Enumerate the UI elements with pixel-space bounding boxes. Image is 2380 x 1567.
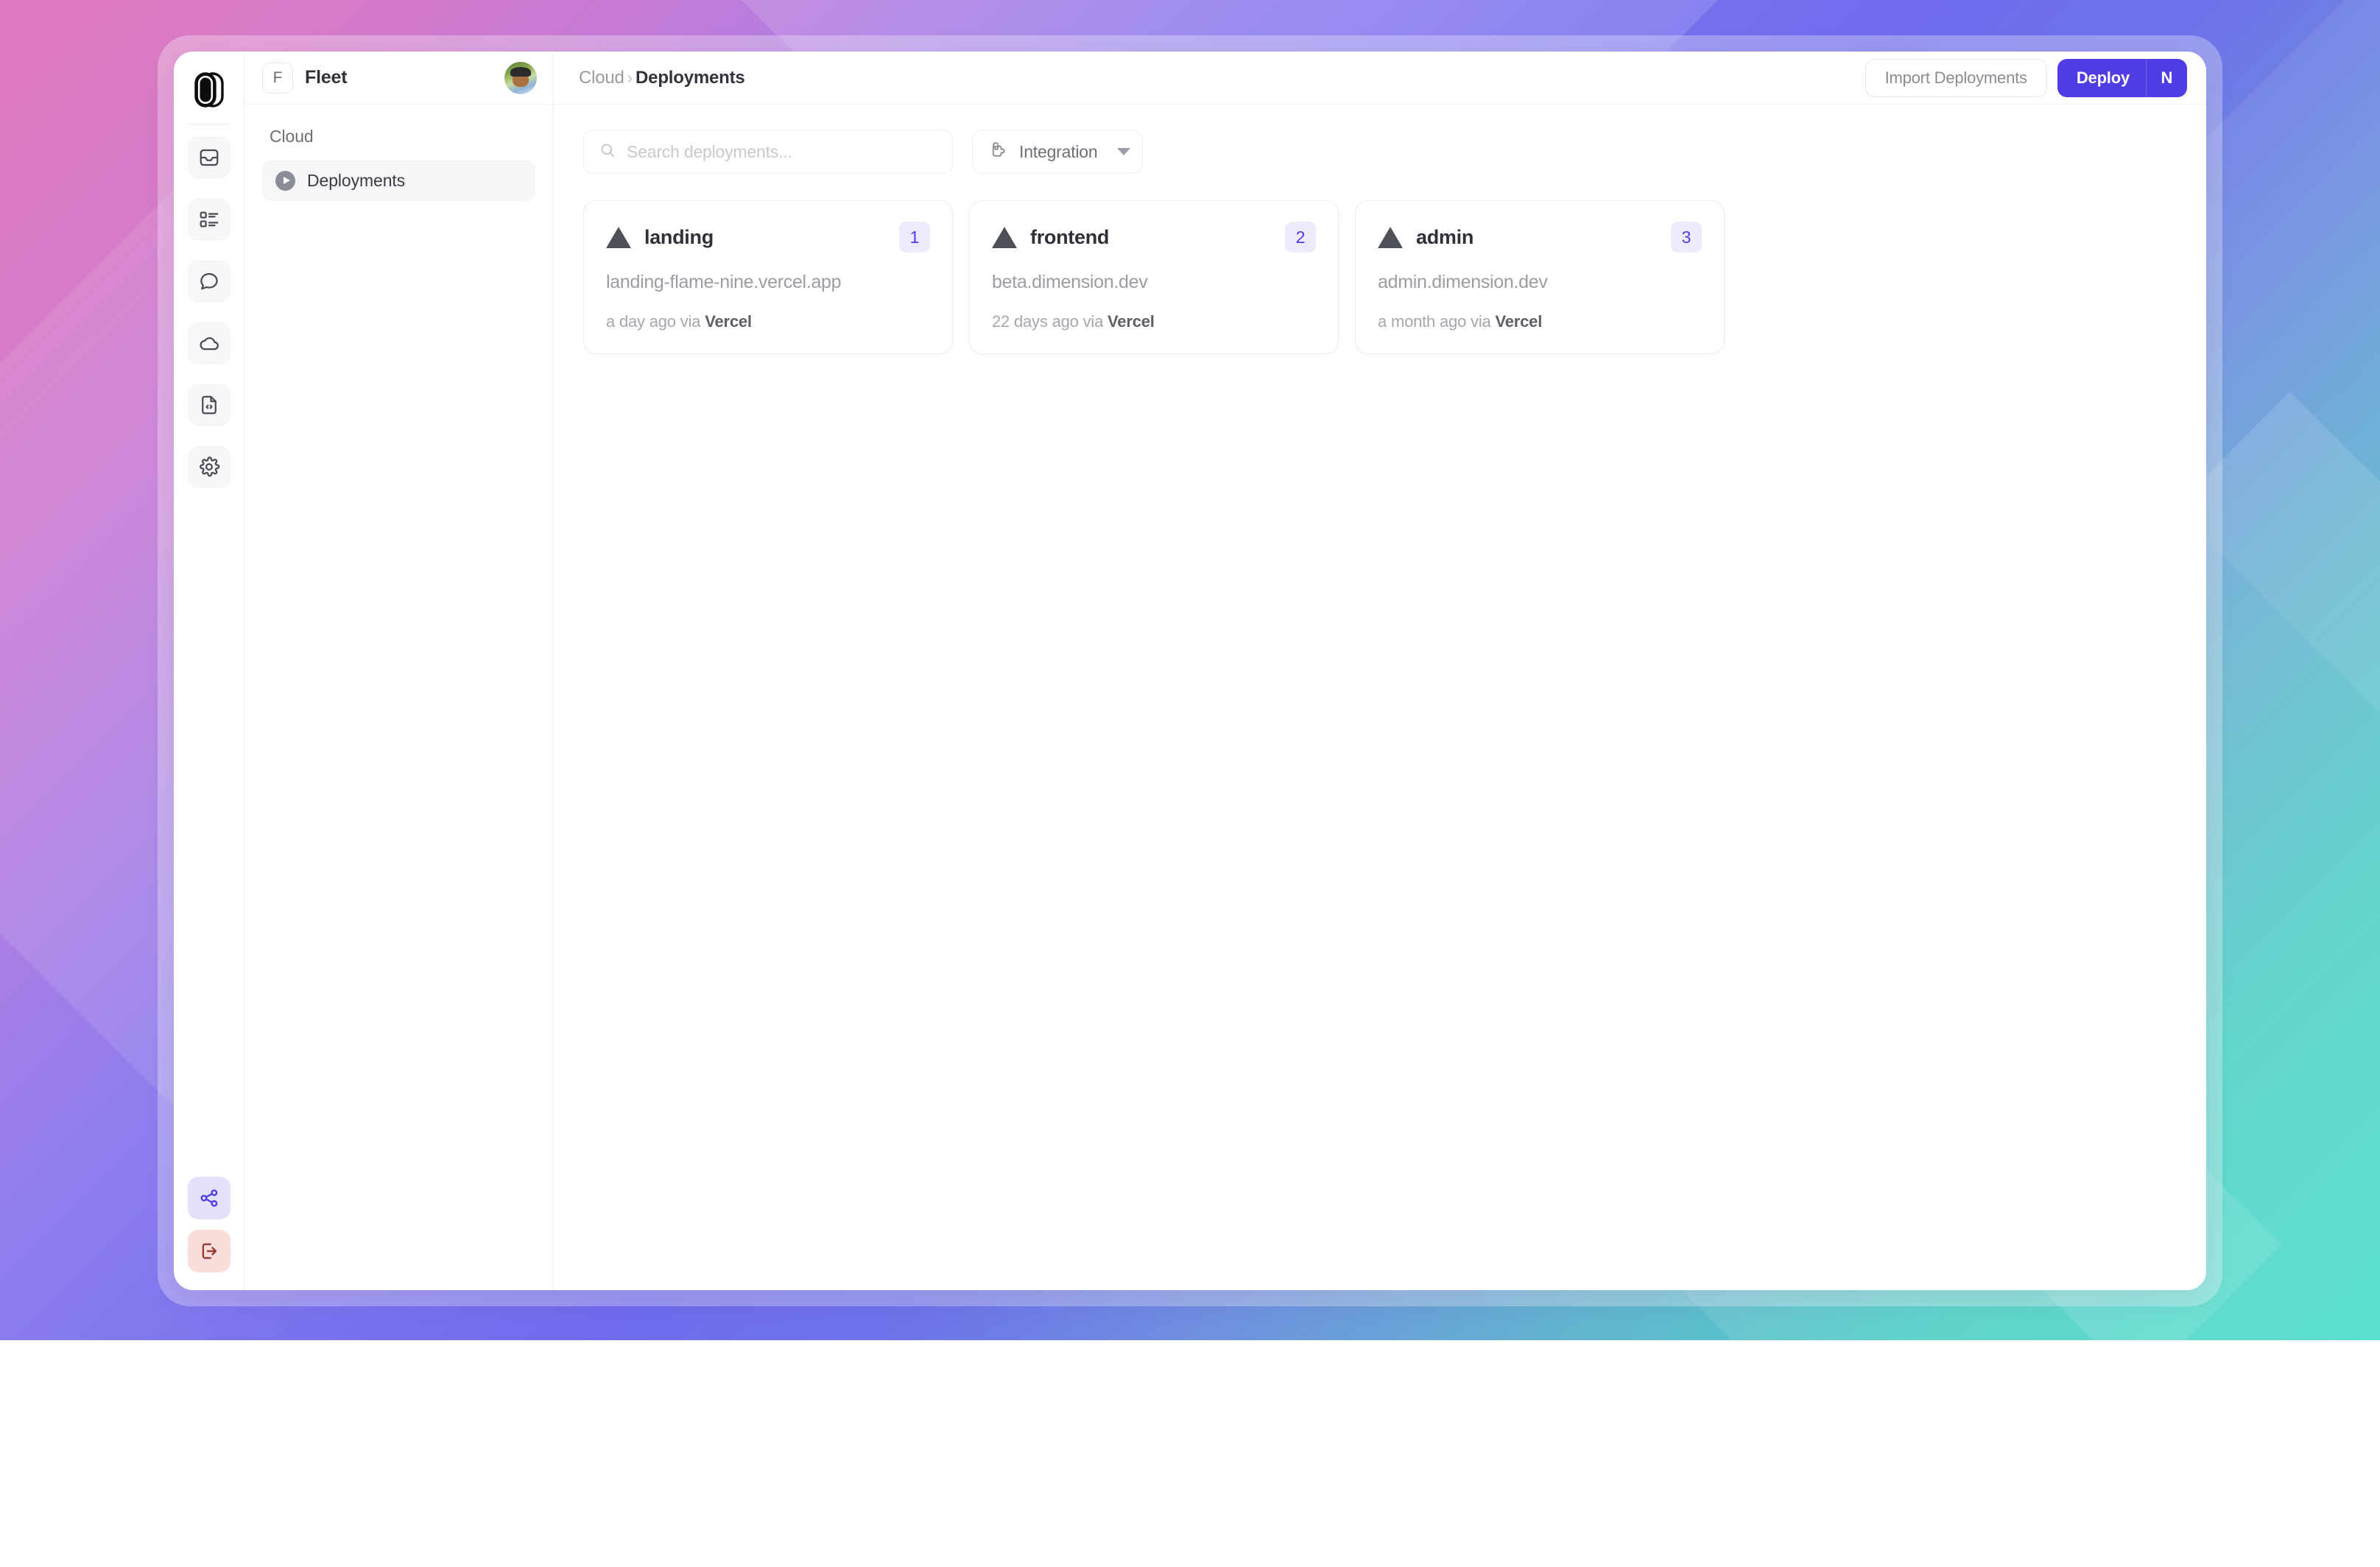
deploy-shortcut-key: N: [2146, 59, 2187, 97]
deploy-button[interactable]: Deploy N: [2057, 59, 2187, 97]
deploy-button-label: Deploy: [2057, 59, 2146, 97]
breadcrumb-separator-icon: ›: [627, 68, 633, 88]
file-code-icon: [198, 394, 220, 416]
share-icon-button[interactable]: [188, 1177, 230, 1219]
search-icon: [599, 141, 616, 163]
list-icon: [198, 208, 220, 230]
play-circle-icon: [275, 171, 295, 191]
deployment-time: a day ago via: [606, 312, 705, 331]
deployment-name: admin: [1416, 226, 1474, 249]
sidebar-section-label: Cloud: [270, 127, 535, 147]
breadcrumb-current: Deployments: [636, 68, 745, 88]
sidebar-body: Cloud Deployments: [244, 105, 553, 201]
logout-icon: [198, 1240, 220, 1262]
vercel-triangle-icon: [606, 227, 631, 248]
card-header: admin 3: [1378, 222, 1702, 253]
deployment-card[interactable]: admin 3 admin.dimension.dev a month ago …: [1355, 200, 1725, 354]
deployment-card[interactable]: landing 1 landing-flame-nine.vercel.app …: [583, 200, 953, 354]
deployment-count-badge: 2: [1285, 222, 1316, 253]
deployment-provider: Vercel: [1495, 312, 1542, 331]
gear-icon-button[interactable]: [188, 446, 230, 488]
cloud-icon: [198, 332, 220, 354]
deployment-card[interactable]: frontend 2 beta.dimension.dev 22 days ag…: [969, 200, 1339, 354]
chat-bubble-icon: [198, 270, 220, 292]
integration-icon: [989, 141, 1007, 163]
deployment-time: 22 days ago via: [992, 312, 1108, 331]
vercel-triangle-icon: [992, 227, 1017, 248]
sidebar-item-label: Deployments: [307, 171, 405, 191]
main-area: Cloud › Deployments Import Deployments D…: [554, 52, 2206, 1290]
deployment-url: beta.dimension.dev: [992, 272, 1316, 293]
cloud-icon-button[interactable]: [188, 322, 230, 365]
workspace-name: Fleet: [305, 67, 347, 88]
deployment-name: landing: [644, 226, 714, 249]
file-code-icon-button[interactable]: [188, 384, 230, 426]
app-logo[interactable]: [186, 66, 233, 113]
share-icon: [198, 1187, 220, 1209]
icon-rail: [174, 52, 244, 1290]
deployment-url: landing-flame-nine.vercel.app: [606, 272, 930, 293]
deployment-count-badge: 1: [899, 222, 930, 253]
deployment-count-badge: 3: [1671, 222, 1702, 253]
card-header: frontend 2: [992, 222, 1316, 253]
top-bar: Cloud › Deployments Import Deployments D…: [554, 52, 2206, 105]
integration-filter-label: Integration: [1019, 142, 1098, 162]
app-window: F Fleet Cloud Deployments Cloud › Deploy…: [174, 52, 2206, 1290]
workspace-header[interactable]: F Fleet: [244, 52, 553, 105]
sidebar-item-deployments[interactable]: Deployments: [262, 160, 535, 201]
user-avatar[interactable]: [504, 62, 537, 94]
list-icon-button[interactable]: [188, 198, 230, 241]
deployment-provider: Vercel: [705, 312, 752, 331]
content-area: Integration landing 1 landing-flame-nine…: [554, 105, 2206, 1290]
app-window-frame: F Fleet Cloud Deployments Cloud › Deploy…: [158, 35, 2222, 1306]
deployment-meta: a day ago via Vercel: [606, 312, 930, 331]
search-box[interactable]: [583, 130, 953, 174]
breadcrumb-parent[interactable]: Cloud: [579, 68, 624, 88]
workspace-initial-badge: F: [262, 63, 293, 94]
deployment-name: frontend: [1030, 226, 1109, 249]
deployment-meta: a month ago via Vercel: [1378, 312, 1702, 331]
chevron-down-icon: [1117, 148, 1130, 155]
filter-bar: Integration: [583, 130, 2177, 174]
deployment-url: admin.dimension.dev: [1378, 272, 1702, 293]
chat-bubble-icon-button[interactable]: [188, 260, 230, 303]
inbox-icon: [198, 147, 220, 169]
deployment-provider: Vercel: [1108, 312, 1155, 331]
card-header: landing 1: [606, 222, 930, 253]
deployment-meta: 22 days ago via Vercel: [992, 312, 1316, 331]
gear-icon: [198, 456, 220, 478]
vercel-triangle-icon: [1378, 227, 1403, 248]
inbox-icon-button[interactable]: [188, 136, 230, 179]
search-input[interactable]: [627, 142, 937, 162]
import-deployments-button[interactable]: Import Deployments: [1865, 59, 2047, 97]
logout-icon-button[interactable]: [188, 1230, 230, 1272]
deployment-time: a month ago via: [1378, 312, 1495, 331]
sidebar: F Fleet Cloud Deployments: [244, 52, 554, 1290]
breadcrumb: Cloud › Deployments: [579, 68, 745, 88]
deployments-grid: landing 1 landing-flame-nine.vercel.app …: [583, 200, 2177, 354]
integration-filter-select[interactable]: Integration: [972, 130, 1143, 174]
